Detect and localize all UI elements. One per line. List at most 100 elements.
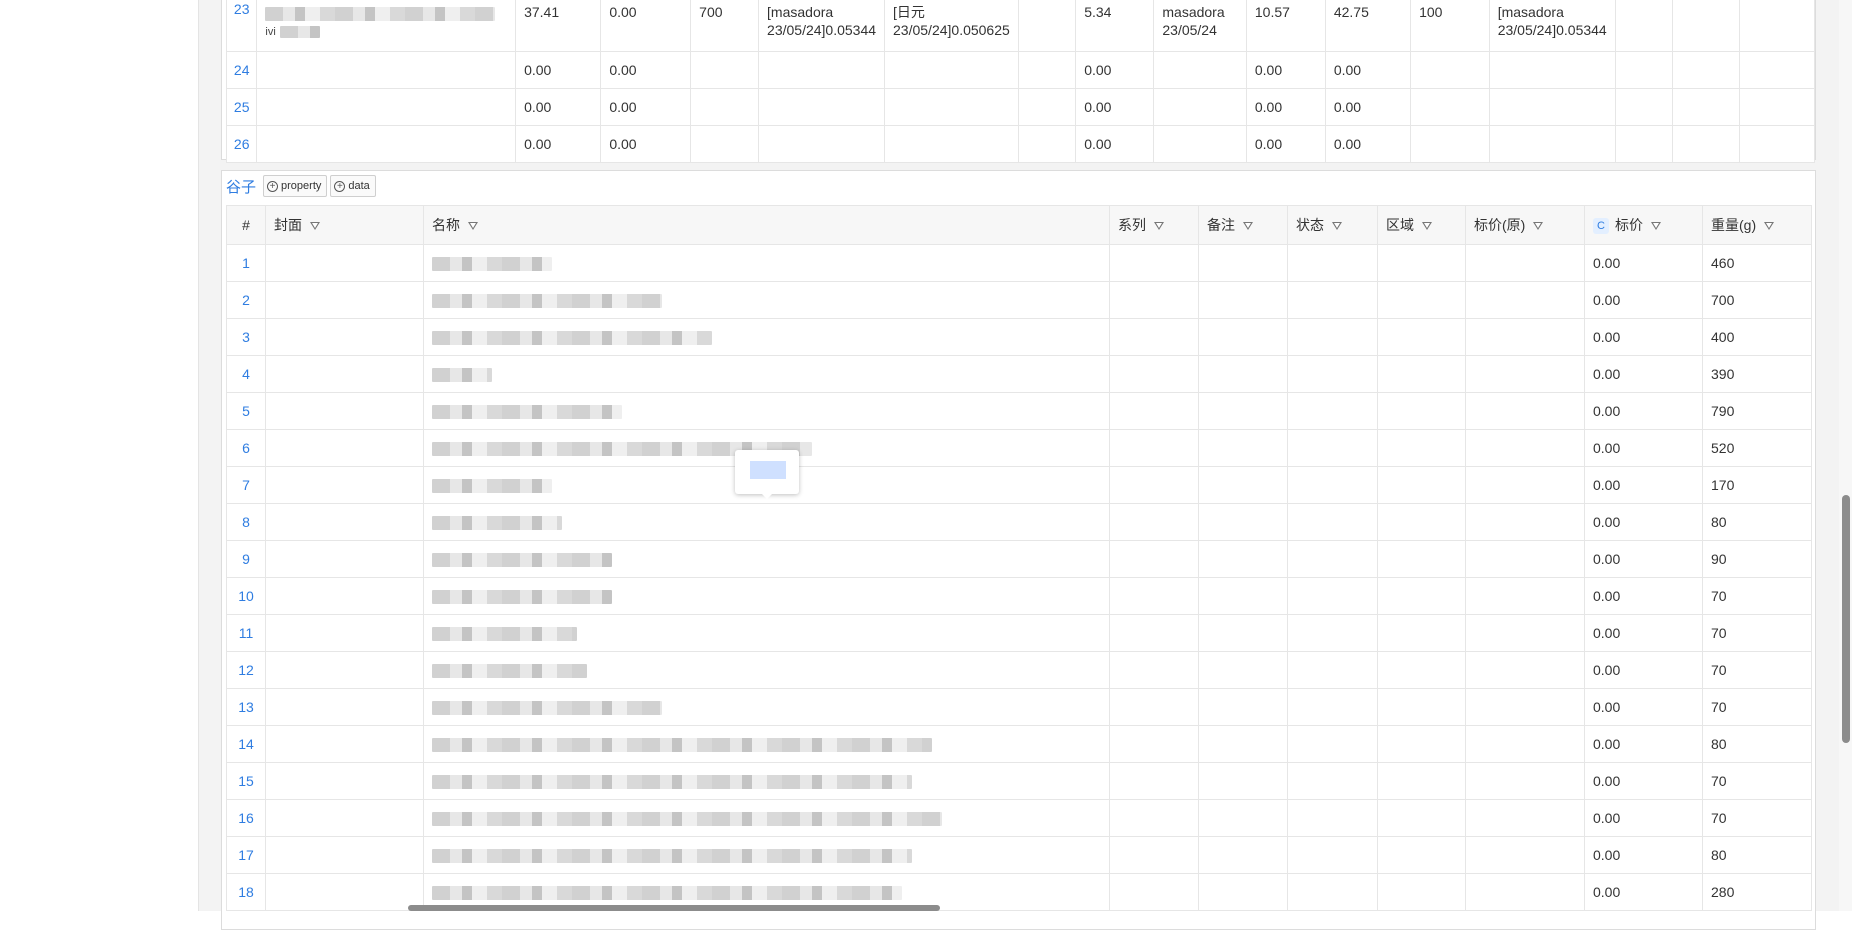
region-cell[interactable] [1377,799,1466,837]
series-cell[interactable] [1109,651,1199,689]
note-cell[interactable] [1198,392,1288,430]
table-row[interactable]: 17 0.00 80 [226,836,1812,874]
weight-cell[interactable]: 70 [1702,688,1812,726]
cell[interactable] [1410,125,1490,163]
price-cell[interactable]: 0.00 [1584,651,1703,689]
price-orig-cell[interactable] [1465,355,1585,393]
cover-cell[interactable] [265,873,424,911]
cell[interactable] [1672,125,1740,163]
note-cell[interactable] [1198,873,1288,911]
name-cell[interactable] [423,540,1110,578]
price-orig-cell[interactable] [1465,873,1585,911]
cover-cell[interactable] [265,799,424,837]
row-number[interactable]: 15 [226,762,266,800]
row-number[interactable]: 8 [226,503,266,541]
price-cell[interactable]: 0.00 [1584,614,1703,652]
series-cell[interactable] [1109,873,1199,911]
region-cell[interactable] [1377,873,1466,911]
column-header-cover[interactable]: 封面 [265,205,424,245]
region-cell[interactable] [1377,651,1466,689]
price-orig-cell[interactable] [1465,651,1585,689]
name-cell[interactable] [423,651,1110,689]
series-cell[interactable] [1109,503,1199,541]
price-orig-cell[interactable] [1465,281,1585,319]
table-row[interactable]: 10 0.00 70 [226,577,1812,615]
filter-icon[interactable] [1533,222,1544,231]
table-row[interactable]: 14 0.00 80 [226,725,1812,763]
region-cell[interactable] [1377,577,1466,615]
cell[interactable] [1738,88,1816,126]
weight-cell[interactable]: 70 [1702,799,1812,837]
name-cell[interactable] [423,762,1110,800]
cell[interactable]: 0.00 [600,51,692,89]
table-row[interactable]: 7 0.00 170 [226,466,1812,504]
status-cell[interactable] [1287,836,1378,874]
cell[interactable]: 0.00 [600,125,692,163]
name-cell[interactable] [423,244,1110,282]
region-cell[interactable] [1377,281,1466,319]
status-cell[interactable] [1287,651,1378,689]
table-row[interactable]: 6 0.00 520 [226,429,1812,467]
cell[interactable] [758,88,886,126]
cell[interactable]: 0.00 [515,88,602,126]
name-cell[interactable] [423,799,1110,837]
cell[interactable] [758,125,886,163]
column-header-price-orig[interactable]: 标价(原) [1465,205,1585,245]
cell[interactable]: 0.00 [1075,51,1155,89]
cell[interactable] [884,125,1019,163]
table-row[interactable]: 4 0.00 390 [226,355,1812,393]
series-cell[interactable] [1109,614,1199,652]
cell[interactable]: 0.00 [1075,125,1155,163]
name-cell[interactable] [423,503,1110,541]
price-orig-cell[interactable] [1465,725,1585,763]
table-row[interactable]: 13 0.00 70 [226,688,1812,726]
cover-cell[interactable] [265,614,424,652]
cell[interactable] [690,88,760,126]
price-cell[interactable]: 0.00 [1584,355,1703,393]
name-cell[interactable] [423,836,1110,874]
price-cell[interactable]: 0.00 [1584,392,1703,430]
status-cell[interactable] [1287,466,1378,504]
vertical-scrollbar-thumb[interactable] [1842,495,1850,743]
cell[interactable] [884,88,1019,126]
price-orig-cell[interactable] [1465,614,1585,652]
series-cell[interactable] [1109,466,1199,504]
region-cell[interactable] [1377,244,1466,282]
table-row[interactable]: 26 0.00 0.00 0.00 0.00 0.00 [225,125,1816,163]
status-cell[interactable] [1287,429,1378,467]
series-cell[interactable] [1109,355,1199,393]
row-number[interactable]: 5 [226,392,266,430]
price-orig-cell[interactable] [1465,577,1585,615]
region-cell[interactable] [1377,355,1466,393]
name-cell[interactable] [423,725,1110,763]
row-number[interactable]: 23 [225,0,258,52]
price-cell[interactable]: 0.00 [1584,503,1703,541]
name-cell[interactable] [423,392,1110,430]
cover-cell[interactable] [265,244,424,282]
weight-cell[interactable]: 90 [1702,540,1812,578]
cell[interactable]: 0.00 [1075,88,1155,126]
cell[interactable] [1153,51,1247,89]
note-cell[interactable] [1198,799,1288,837]
status-cell[interactable] [1287,873,1378,911]
cover-cell[interactable] [265,762,424,800]
cell[interactable]: 0.00 [1245,125,1326,163]
cell[interactable] [1672,51,1740,89]
cell[interactable]: 0.00 [1324,125,1412,163]
cell[interactable]: 100 [1410,0,1490,52]
weight-cell[interactable]: 70 [1702,614,1812,652]
cover-cell[interactable] [265,725,424,763]
cell[interactable] [1017,125,1077,163]
price-cell[interactable]: 0.00 [1584,577,1703,615]
cell[interactable]: 5.34 [1075,0,1155,52]
note-cell[interactable] [1198,540,1288,578]
column-header-price[interactable]: C 标价 [1584,205,1703,245]
filter-icon[interactable] [1422,222,1432,231]
series-cell[interactable] [1109,836,1199,874]
column-header-weight[interactable]: 重量(g) [1702,205,1812,245]
column-header-note[interactable]: 备注 [1198,205,1288,245]
weight-cell[interactable]: 70 [1702,762,1812,800]
status-cell[interactable] [1287,503,1378,541]
status-cell[interactable] [1287,688,1378,726]
cover-cell[interactable] [265,503,424,541]
